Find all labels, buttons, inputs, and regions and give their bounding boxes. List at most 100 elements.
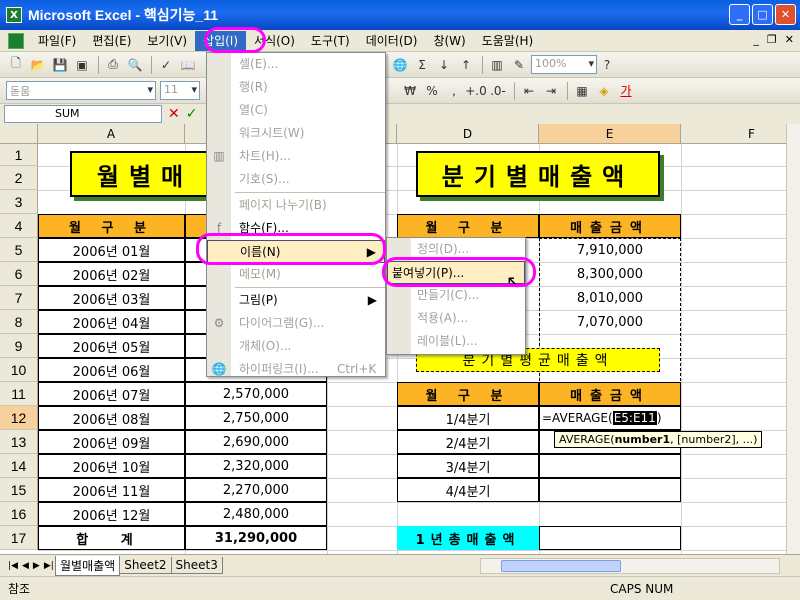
column-header-f[interactable]: F	[681, 124, 786, 144]
row-header[interactable]: 12	[0, 406, 38, 430]
outdent-icon[interactable]: ⇤	[519, 81, 539, 101]
menu-data[interactable]: 데이터(D)	[358, 31, 426, 51]
quarter-cell[interactable]: 3/4분기	[397, 454, 539, 478]
row-header[interactable]: 7	[0, 286, 38, 310]
scroll-thumb[interactable]	[501, 560, 621, 572]
monthly-value-cell[interactable]: 2,750,000	[185, 406, 327, 430]
month-cell[interactable]: 2006년 06월	[38, 358, 185, 382]
research-icon[interactable]: 📖	[178, 55, 198, 75]
month-cell[interactable]: 2006년 11월	[38, 478, 185, 502]
menu-tools[interactable]: 도구(T)	[303, 31, 358, 51]
insert-object[interactable]: 개체(O)...	[207, 335, 385, 358]
column-header-a[interactable]: A	[38, 124, 185, 144]
month-cell[interactable]: 2006년 05월	[38, 334, 185, 358]
row-header[interactable]: 17	[0, 526, 38, 550]
insert-symbol[interactable]: 기호(S)...	[207, 168, 385, 191]
row-header[interactable]: 4	[0, 214, 38, 238]
row-header[interactable]: 14	[0, 454, 38, 478]
monthly-value-cell[interactable]: 2,480,000	[185, 502, 327, 526]
select-all-corner[interactable]	[0, 124, 38, 144]
name-apply[interactable]: 적용(A)...	[387, 307, 525, 330]
row-header[interactable]: 6	[0, 262, 38, 286]
row-header[interactable]: 13	[0, 430, 38, 454]
sort-asc-icon[interactable]: ↓	[434, 55, 454, 75]
close-button[interactable]: ✕	[775, 4, 796, 25]
doc-restore-icon[interactable]: ❐	[767, 33, 777, 46]
insert-page-break[interactable]: 페이지 나누기(B)	[207, 194, 385, 217]
save-icon[interactable]: 💾	[50, 55, 70, 75]
name-label[interactable]: 레이블(L)...	[387, 330, 525, 353]
increase-decimal-icon[interactable]: +.0	[465, 81, 487, 101]
yearly-total-value[interactable]	[539, 526, 681, 550]
insert-comment[interactable]: 메모(M)	[207, 263, 385, 286]
new-icon[interactable]: 🗋	[6, 55, 26, 75]
month-cell[interactable]: 2006년 09월	[38, 430, 185, 454]
sort-desc-icon[interactable]: ↑	[456, 55, 476, 75]
month-cell[interactable]: 2006년 02월	[38, 262, 185, 286]
menu-edit[interactable]: 편집(E)	[84, 31, 139, 51]
quarter-cell[interactable]: 4/4분기	[397, 478, 539, 502]
percent-icon[interactable]: %	[422, 81, 442, 101]
column-header-e[interactable]: E	[539, 124, 681, 144]
insert-chart[interactable]: ▥ 차트(H)...	[207, 145, 385, 168]
minimize-button[interactable]: _	[729, 4, 750, 25]
month-cell[interactable]: 2006년 07월	[38, 382, 185, 406]
row-header[interactable]: 2	[0, 166, 38, 190]
month-cell[interactable]: 2006년 01월	[38, 238, 185, 262]
permission-icon[interactable]: ▣	[72, 55, 92, 75]
row-header[interactable]: 3	[0, 190, 38, 214]
currency-icon[interactable]: ₩	[400, 81, 420, 101]
row-header[interactable]: 8	[0, 310, 38, 334]
zoom-select[interactable]: 100%	[531, 55, 597, 74]
doc-minimize-icon[interactable]: _	[753, 33, 759, 46]
open-icon[interactable]: 📂	[28, 55, 48, 75]
menu-help[interactable]: 도움말(H)	[474, 31, 542, 51]
fill-color-icon[interactable]: ◈	[594, 81, 614, 101]
monthly-value-cell[interactable]: 2,270,000	[185, 478, 327, 502]
row-header[interactable]: 10	[0, 358, 38, 382]
next-sheet-icon[interactable]: ▶	[33, 561, 40, 571]
first-sheet-icon[interactable]: |◀	[8, 561, 18, 571]
row-header[interactable]: 5	[0, 238, 38, 262]
horizontal-scrollbar[interactable]	[480, 558, 780, 574]
sheet-tab-1[interactable]: 월별매출액	[55, 555, 121, 576]
last-sheet-icon[interactable]: ▶|	[44, 561, 54, 571]
quarter-average-cell[interactable]	[539, 454, 681, 478]
hyperlink-icon[interactable]: 🌐	[390, 55, 410, 75]
indent-icon[interactable]: ⇥	[541, 81, 561, 101]
vertical-scrollbar[interactable]	[786, 124, 800, 554]
monthly-value-cell[interactable]: 2,690,000	[185, 430, 327, 454]
font-size-select[interactable]: 11	[160, 81, 200, 100]
row-header[interactable]: 9	[0, 334, 38, 358]
decrease-decimal-icon[interactable]: .0-	[488, 81, 508, 101]
sheet-tab-3[interactable]: Sheet3	[170, 557, 223, 574]
workbook-icon[interactable]	[8, 32, 24, 49]
spelling-icon[interactable]: ✓	[156, 55, 176, 75]
month-cell[interactable]: 2006년 04월	[38, 310, 185, 334]
row-header[interactable]: 15	[0, 478, 38, 502]
quarter-cell[interactable]: 1/4분기	[397, 406, 539, 430]
font-name-select[interactable]: 돋움	[6, 81, 156, 100]
borders-icon[interactable]: ▦	[572, 81, 592, 101]
month-cell[interactable]: 2006년 03월	[38, 286, 185, 310]
insert-hyperlink[interactable]: 🌐 하이퍼링크(I)... Ctrl+K	[207, 358, 385, 381]
font-color-icon[interactable]: 가	[616, 81, 636, 101]
name-box[interactable]: SUM	[4, 105, 162, 123]
quarter-average-cell[interactable]	[539, 478, 681, 502]
doc-close-icon[interactable]: ✕	[785, 33, 794, 46]
chart-wizard-icon[interactable]: ▥	[487, 55, 507, 75]
insert-picture[interactable]: 그림(P) ▶	[207, 289, 385, 312]
column-header-d[interactable]: D	[397, 124, 539, 144]
quarter-cell[interactable]: 2/4분기	[397, 430, 539, 454]
enter-formula-icon[interactable]: ✓	[186, 106, 198, 122]
name-create[interactable]: 만들기(C)...	[387, 284, 525, 307]
insert-rows[interactable]: 행(R)	[207, 76, 385, 99]
excel-app-icon[interactable]: X	[6, 7, 22, 23]
drawing-icon[interactable]: ✎	[509, 55, 529, 75]
sheet-tab-2[interactable]: Sheet2	[119, 557, 172, 574]
monthly-value-cell[interactable]: 2,570,000	[185, 382, 327, 406]
monthly-value-cell[interactable]: 2,320,000	[185, 454, 327, 478]
maximize-button[interactable]: □	[752, 4, 773, 25]
row-header[interactable]: 16	[0, 502, 38, 526]
autosum-icon[interactable]: Σ	[412, 55, 432, 75]
